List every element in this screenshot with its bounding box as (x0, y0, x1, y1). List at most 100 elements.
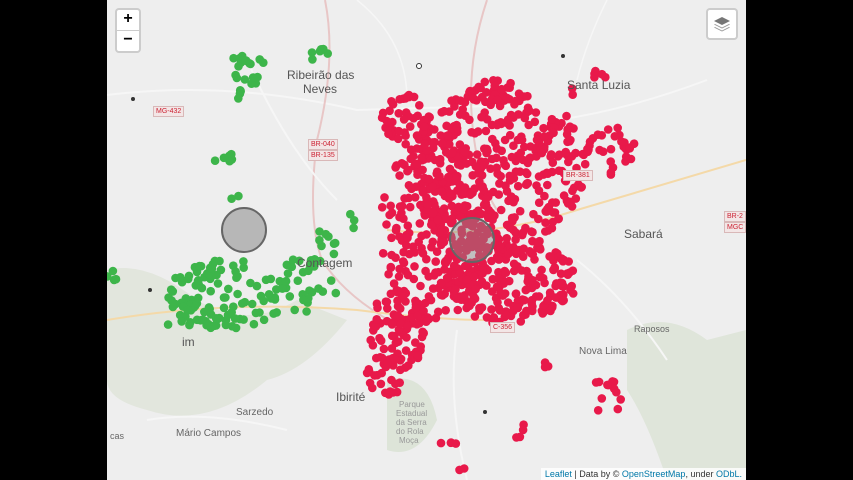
map-marker[interactable] (431, 257, 441, 266)
map-marker[interactable] (283, 269, 293, 278)
map-marker[interactable] (606, 144, 616, 154)
map-marker[interactable] (503, 115, 513, 124)
map-marker[interactable] (293, 276, 303, 286)
map-marker[interactable] (475, 306, 484, 315)
map-marker[interactable] (401, 346, 411, 355)
map-marker[interactable] (510, 100, 519, 109)
map-marker[interactable] (205, 304, 214, 314)
map-marker[interactable] (387, 97, 396, 106)
map-marker[interactable] (249, 319, 259, 329)
map-marker[interactable] (395, 171, 404, 180)
map-marker[interactable] (493, 169, 502, 178)
map-marker[interactable] (481, 126, 491, 136)
map-marker[interactable] (437, 187, 446, 196)
map-marker[interactable] (401, 139, 411, 149)
map-marker[interactable] (411, 303, 421, 313)
map-marker[interactable] (543, 169, 553, 178)
osm-link[interactable]: OpenStreetMap (622, 469, 686, 479)
map-marker[interactable] (410, 262, 419, 271)
map-marker[interactable] (597, 394, 607, 403)
map-marker[interactable] (613, 404, 623, 414)
map-marker[interactable] (299, 295, 308, 305)
map-marker[interactable] (377, 203, 387, 212)
map-marker[interactable] (528, 227, 537, 237)
map-marker[interactable] (240, 75, 250, 84)
map-marker[interactable] (549, 265, 558, 275)
map-marker[interactable] (382, 220, 391, 229)
map-marker[interactable] (548, 158, 558, 167)
map-marker[interactable] (368, 383, 377, 393)
map-marker[interactable] (214, 313, 224, 323)
map-marker[interactable] (219, 303, 229, 313)
map-marker[interactable] (509, 266, 519, 276)
map-marker[interactable] (329, 239, 339, 248)
map-marker[interactable] (562, 111, 571, 121)
map-marker[interactable] (466, 190, 475, 199)
map-marker[interactable] (376, 379, 386, 389)
map-marker[interactable] (492, 95, 502, 105)
map-marker[interactable] (488, 215, 497, 224)
map-marker[interactable] (610, 132, 620, 141)
map-marker[interactable] (412, 131, 422, 140)
map-marker[interactable] (168, 302, 178, 312)
map-marker[interactable] (421, 317, 431, 327)
map-marker[interactable] (470, 129, 480, 138)
map-marker[interactable] (315, 227, 324, 236)
map-marker[interactable] (259, 296, 268, 306)
map-marker[interactable] (532, 238, 542, 247)
map-marker[interactable] (111, 274, 121, 284)
map-marker[interactable] (490, 81, 500, 91)
map-marker[interactable] (520, 295, 529, 305)
gray-marker-circle-center[interactable] (449, 217, 495, 263)
map-marker[interactable] (418, 327, 427, 337)
map-marker[interactable] (435, 171, 444, 181)
map-marker[interactable] (547, 114, 557, 124)
map-marker[interactable] (380, 193, 389, 202)
map-marker[interactable] (428, 284, 438, 293)
map-marker[interactable] (413, 351, 423, 360)
map-marker[interactable] (326, 276, 336, 285)
map-marker[interactable] (511, 245, 520, 255)
map-marker[interactable] (568, 289, 578, 298)
map-marker[interactable] (433, 215, 443, 225)
map-marker[interactable] (259, 315, 269, 325)
map-marker[interactable] (440, 265, 449, 274)
map-marker[interactable] (513, 303, 523, 313)
map-marker[interactable] (232, 73, 242, 83)
map-marker[interactable] (349, 216, 359, 225)
map-marker[interactable] (493, 274, 503, 283)
zoom-in-button[interactable]: + (117, 10, 139, 30)
map-marker[interactable] (446, 189, 456, 198)
map-marker[interactable] (518, 155, 528, 165)
map-marker[interactable] (331, 288, 341, 298)
map-view[interactable]: Ribeirão das Neves Santa Luzia Sabará Co… (107, 0, 746, 480)
map-marker[interactable] (482, 281, 491, 290)
map-marker[interactable] (404, 181, 414, 190)
map-marker[interactable] (424, 272, 434, 281)
map-marker[interactable] (511, 167, 521, 176)
map-marker[interactable] (537, 148, 547, 158)
map-marker[interactable] (419, 122, 429, 131)
map-marker[interactable] (501, 310, 511, 320)
map-marker[interactable] (392, 223, 401, 233)
map-marker[interactable] (405, 202, 415, 212)
map-marker[interactable] (384, 129, 393, 139)
map-marker[interactable] (315, 235, 324, 245)
map-marker[interactable] (559, 191, 569, 200)
map-marker[interactable] (442, 273, 452, 283)
map-marker[interactable] (558, 257, 568, 266)
map-marker[interactable] (396, 365, 405, 375)
map-marker[interactable] (314, 284, 323, 293)
map-marker[interactable] (166, 285, 176, 295)
map-marker[interactable] (193, 293, 203, 303)
map-marker[interactable] (461, 111, 470, 120)
map-marker[interactable] (447, 148, 457, 158)
map-marker[interactable] (452, 124, 462, 133)
map-marker[interactable] (269, 309, 278, 318)
map-marker[interactable] (454, 202, 463, 212)
map-marker[interactable] (443, 131, 453, 140)
map-marker[interactable] (534, 172, 544, 181)
map-marker[interactable] (447, 96, 456, 105)
map-marker[interactable] (415, 219, 425, 228)
map-marker[interactable] (177, 317, 186, 326)
